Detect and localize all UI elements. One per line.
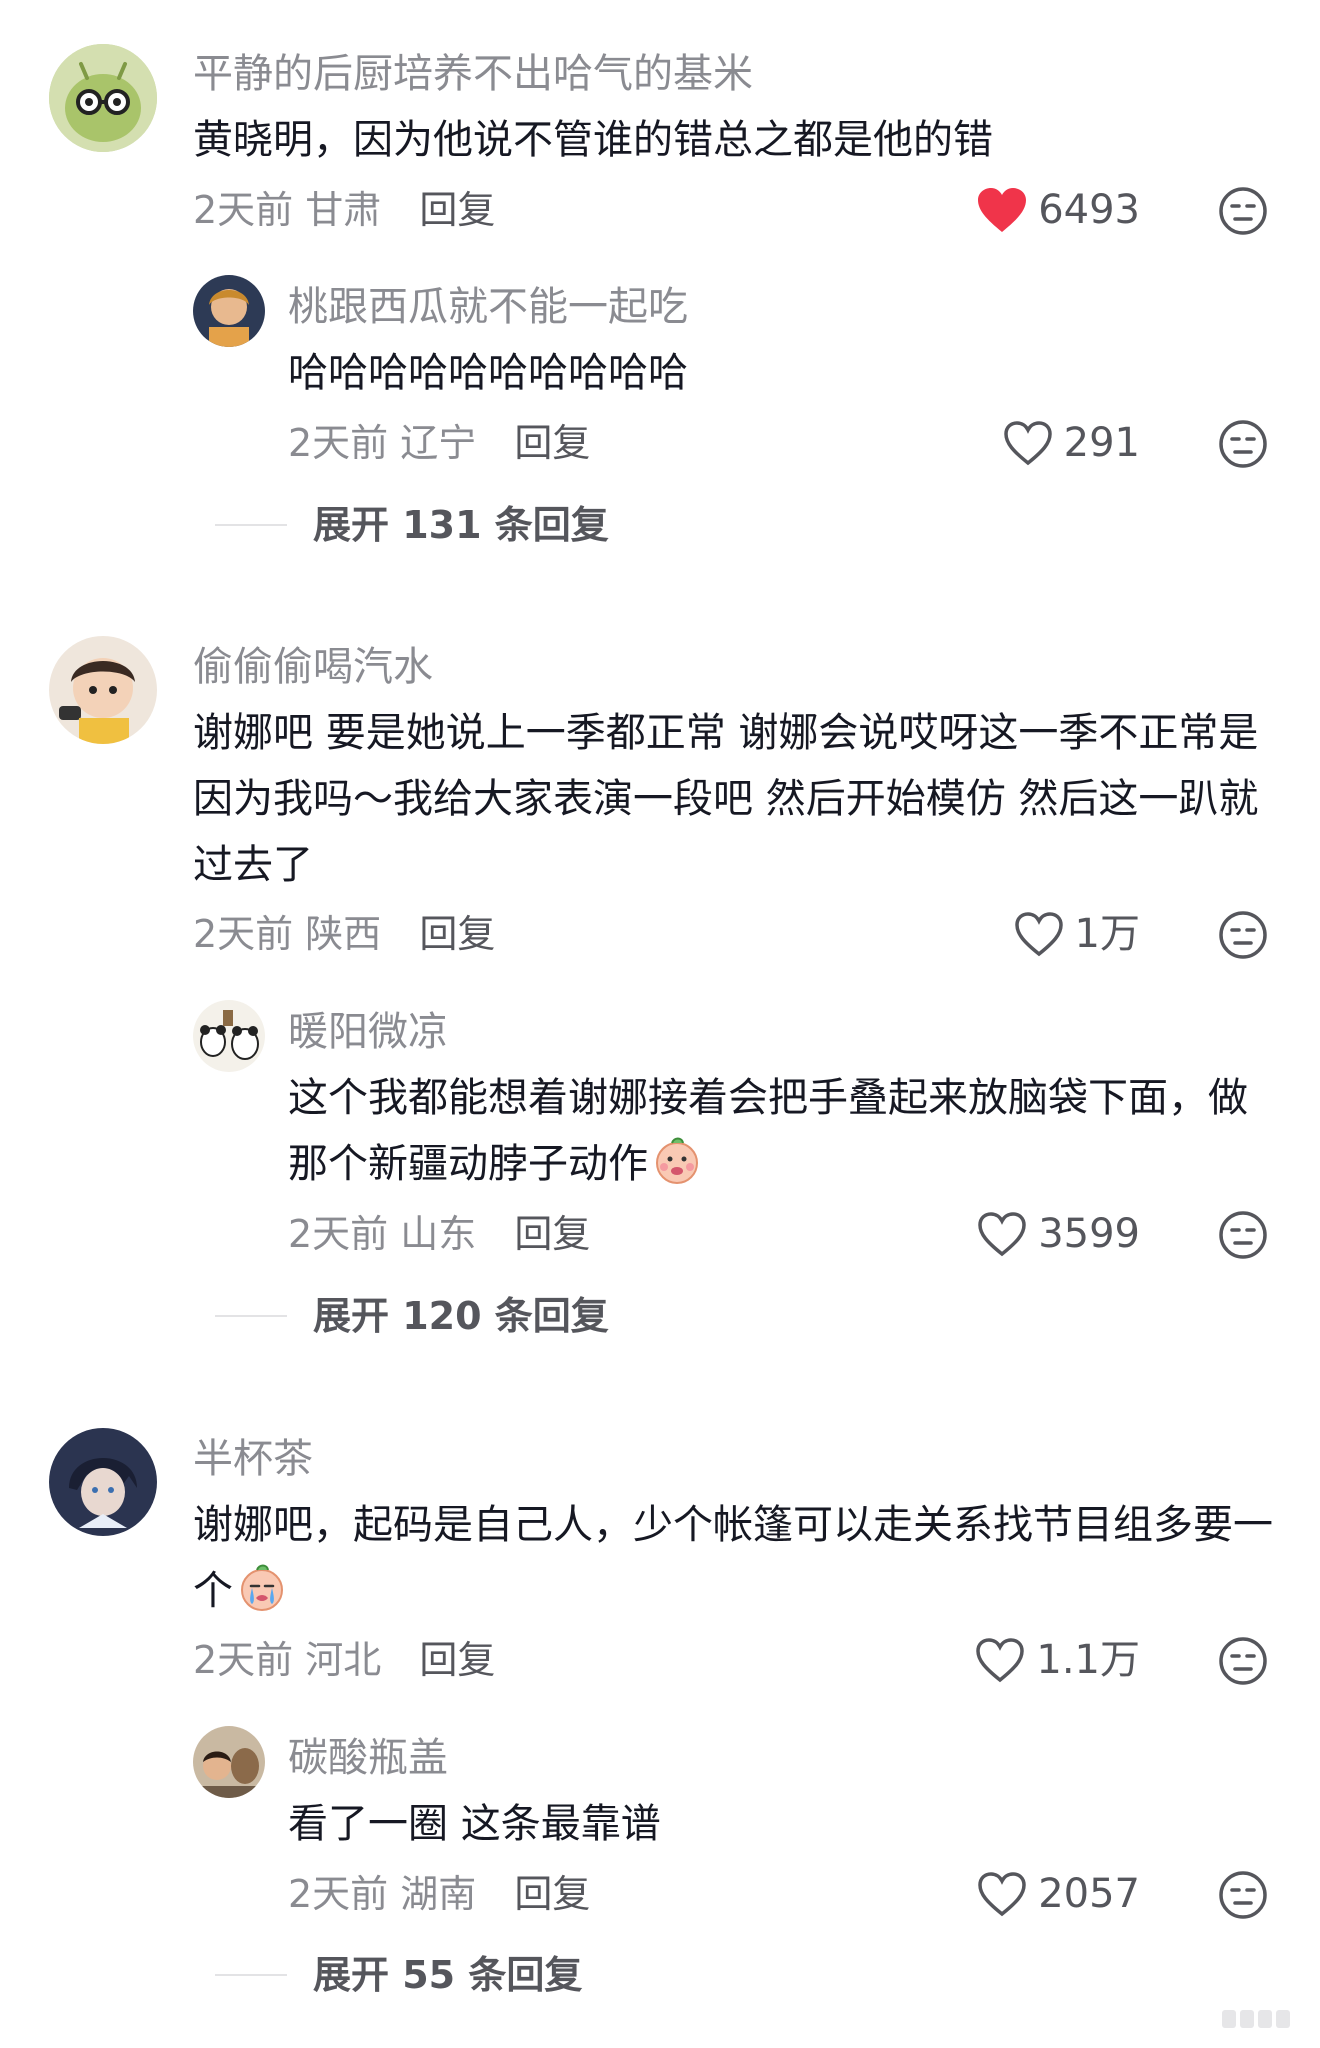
dislike-button[interactable] bbox=[1218, 1636, 1268, 1690]
reply-avatar[interactable] bbox=[193, 275, 265, 347]
reply-button[interactable]: 回复 bbox=[419, 912, 495, 956]
reply-username[interactable]: 碳酸瓶盖 bbox=[288, 1738, 448, 1778]
like-button[interactable]: 3599 bbox=[880, 1210, 1140, 1258]
like-button[interactable]: 1.1万 bbox=[880, 1636, 1140, 1684]
reply-avatar[interactable] bbox=[193, 1726, 265, 1798]
comment-username[interactable]: 平静的后厨培养不出哈气的基米 bbox=[193, 54, 753, 94]
heart-outline-icon bbox=[978, 1872, 1026, 1917]
dislike-button[interactable] bbox=[1218, 1870, 1268, 1924]
divider-line bbox=[215, 1315, 287, 1317]
like-count: 1万 bbox=[1074, 911, 1140, 957]
girl-photo-avatar-icon bbox=[193, 275, 265, 347]
reply-button[interactable]: 回复 bbox=[419, 188, 495, 232]
dislike-button[interactable] bbox=[1218, 1210, 1268, 1264]
dislike-button[interactable] bbox=[1218, 186, 1268, 240]
comment-text-content: 黄晓明，因为他说不管谁的错总之都是他的错 bbox=[193, 117, 993, 163]
reply-meta: 2天前 辽宁 回复 bbox=[288, 424, 590, 462]
reply-text: 这个我都能想着谢娜接着会把手叠起来放脑袋下面，做那个新疆动脖子动作 bbox=[288, 1065, 1248, 1197]
comment-location: 陕西 bbox=[305, 912, 382, 956]
like-button[interactable]: 291 bbox=[880, 419, 1140, 467]
comment-text: 谢娜吧 要是她说上一季都正常 谢娜会说哎呀这一季不正常是因为我吗～我给大家表演一… bbox=[193, 700, 1273, 898]
reply-text-content: 这个我都能想着谢娜接着会把手叠起来放脑袋下面，做那个新疆动脖子动作 bbox=[288, 1075, 1248, 1187]
watermark-icon bbox=[1222, 2010, 1290, 2028]
reply-meta: 2天前 湖南 回复 bbox=[288, 1875, 590, 1913]
commenter-avatar[interactable] bbox=[49, 636, 157, 744]
reply-location: 山东 bbox=[400, 1212, 477, 1256]
heart-outline-icon bbox=[978, 1212, 1026, 1257]
commenter-avatar[interactable] bbox=[49, 1428, 157, 1536]
reply-button[interactable]: 回复 bbox=[419, 1638, 495, 1682]
dislike-face-icon bbox=[1219, 187, 1267, 235]
reply-text: 哈哈哈哈哈哈哈哈哈哈 bbox=[288, 350, 688, 396]
child-photo-avatar-icon bbox=[49, 636, 157, 744]
dislike-button[interactable] bbox=[1218, 910, 1268, 964]
divider-line bbox=[215, 1974, 287, 1976]
comment-time: 2天前 bbox=[193, 188, 294, 232]
dislike-button[interactable] bbox=[1218, 419, 1268, 473]
expand-replies-label: 展开 131 条回复 bbox=[313, 503, 609, 547]
dislike-face-icon bbox=[1219, 1871, 1267, 1919]
reply-username[interactable]: 暖阳微凉 bbox=[288, 1012, 448, 1052]
comment-location: 甘肃 bbox=[305, 188, 382, 232]
divider-line bbox=[215, 524, 287, 526]
reply-text: 看了一圈 这条最靠谱 bbox=[288, 1801, 661, 1847]
anime-character-avatar-icon bbox=[49, 1428, 157, 1536]
expand-replies-button[interactable]: 展开 55 条回复 bbox=[215, 1956, 582, 1994]
reply-meta: 2天前 山东 回复 bbox=[288, 1215, 590, 1253]
movie-still-avatar-icon bbox=[193, 1726, 265, 1798]
comment-meta: 2天前 陕西 回复 bbox=[193, 915, 495, 953]
comment-meta: 2天前 河北 回复 bbox=[193, 1641, 495, 1679]
like-count: 6493 bbox=[1038, 187, 1140, 233]
comment-time: 2天前 bbox=[193, 912, 294, 956]
green-character-with-glasses-avatar-icon bbox=[49, 44, 157, 152]
commenter-avatar[interactable] bbox=[49, 44, 157, 152]
heart-outline-icon bbox=[1003, 421, 1052, 466]
reply-button[interactable]: 回复 bbox=[514, 1212, 590, 1256]
comment-username[interactable]: 半杯茶 bbox=[193, 1439, 313, 1479]
comment-location: 河北 bbox=[305, 1638, 382, 1682]
dislike-face-icon bbox=[1219, 911, 1267, 959]
reply-location: 辽宁 bbox=[400, 421, 477, 465]
like-button[interactable]: 1万 bbox=[880, 910, 1140, 958]
expand-replies-button[interactable]: 展开 131 条回复 bbox=[215, 506, 609, 544]
reply-location: 湖南 bbox=[400, 1872, 477, 1916]
reply-username[interactable]: 桃跟西瓜就不能一起吃 bbox=[288, 287, 688, 327]
heart-outline-icon bbox=[976, 1638, 1025, 1683]
reply-time: 2天前 bbox=[288, 421, 389, 465]
expand-replies-button[interactable]: 展开 120 条回复 bbox=[215, 1297, 609, 1335]
comment-time: 2天前 bbox=[193, 1638, 294, 1682]
dislike-face-icon bbox=[1219, 420, 1267, 468]
like-count: 2057 bbox=[1038, 1871, 1140, 1917]
expand-replies-label: 展开 55 条回复 bbox=[313, 1953, 583, 1997]
like-count: 291 bbox=[1063, 420, 1140, 466]
like-count: 3599 bbox=[1038, 1211, 1140, 1257]
comment-text-content: 谢娜吧，起码是自己人，少个帐篷可以走关系找节目组多要一个 bbox=[193, 1502, 1273, 1614]
comment-username[interactable]: 偷偷偷喝汽水 bbox=[193, 647, 433, 687]
like-count: 1.1万 bbox=[1036, 1637, 1140, 1683]
comment-text-content: 谢娜吧 要是她说上一季都正常 谢娜会说哎呀这一季不正常是因为我吗～我给大家表演一… bbox=[193, 710, 1259, 888]
reply-button[interactable]: 回复 bbox=[514, 421, 590, 465]
comment-meta: 2天前 甘肃 回复 bbox=[193, 191, 495, 229]
heart-filled-icon bbox=[978, 188, 1027, 232]
smirk-emoji-icon bbox=[656, 1137, 698, 1184]
expand-replies-label: 展开 120 条回复 bbox=[313, 1294, 609, 1338]
comment-text: 谢娜吧，起码是自己人，少个帐篷可以走关系找节目组多要一个 bbox=[193, 1492, 1273, 1624]
panda-photo-avatar-icon bbox=[193, 1000, 265, 1072]
reply-time: 2天前 bbox=[288, 1212, 389, 1256]
dislike-face-icon bbox=[1219, 1637, 1267, 1685]
crying-emoji-icon bbox=[241, 1564, 283, 1611]
like-button[interactable]: 6493 bbox=[880, 186, 1140, 234]
heart-outline-icon bbox=[1014, 912, 1063, 957]
watermark bbox=[1222, 2004, 1302, 2038]
comment-text: 黄晓明，因为他说不管谁的错总之都是他的错 bbox=[193, 107, 1273, 173]
reply-button[interactable]: 回复 bbox=[514, 1872, 590, 1916]
reply-avatar[interactable] bbox=[193, 1000, 265, 1072]
dislike-face-icon bbox=[1219, 1211, 1267, 1259]
reply-time: 2天前 bbox=[288, 1872, 389, 1916]
like-button[interactable]: 2057 bbox=[880, 1870, 1140, 1918]
